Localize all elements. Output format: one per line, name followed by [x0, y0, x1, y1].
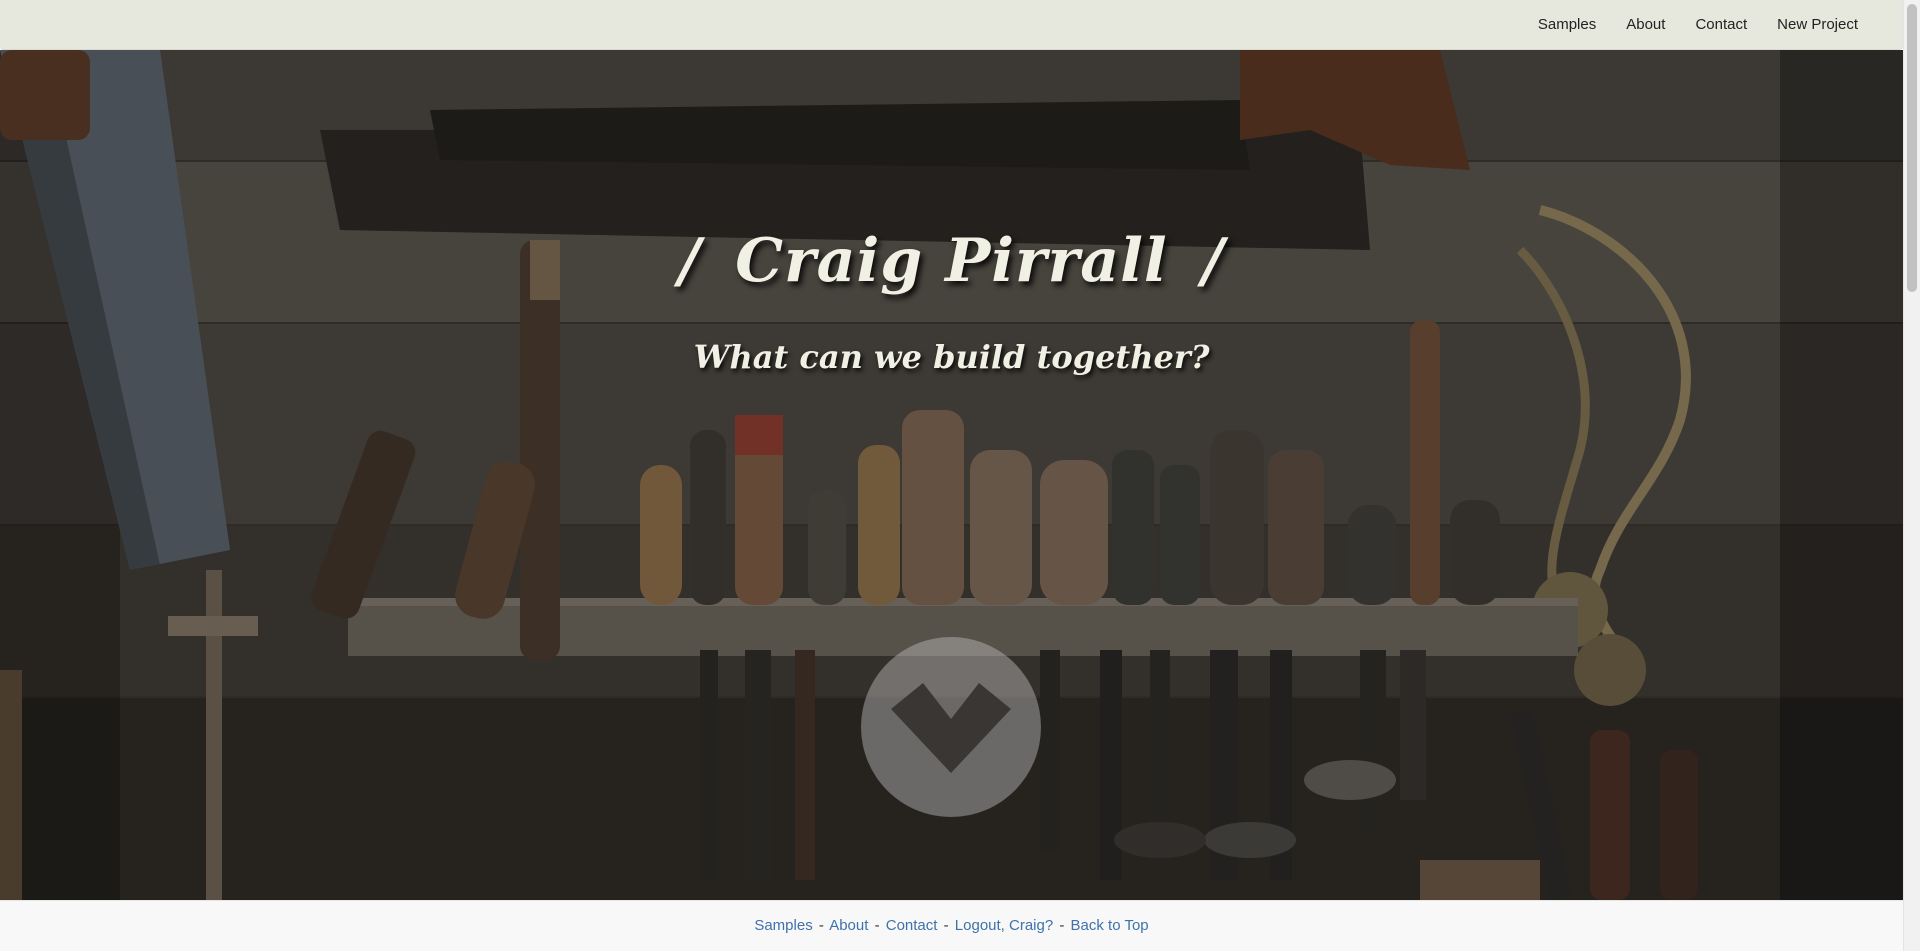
title-bar-right: /: [1201, 226, 1225, 296]
footer-logout-link[interactable]: Logout, Craig?: [955, 917, 1053, 934]
nav-samples-link[interactable]: Samples: [1523, 0, 1611, 50]
scroll-down-button[interactable]: [861, 637, 1041, 817]
vertical-scrollbar[interactable]: [1903, 0, 1920, 951]
hero-title: / Craig Pirrall /: [0, 226, 1903, 296]
top-navbar: Samples About Contact New Project: [0, 0, 1903, 50]
chevron-down-icon: [891, 683, 1011, 773]
hero-section: / Craig Pirrall / What can we build togeth…: [0, 50, 1903, 900]
title-bar-left: /: [678, 226, 702, 296]
scrollbar-thumb[interactable]: [1907, 4, 1917, 292]
footer-samples-link[interactable]: Samples: [754, 917, 812, 934]
footer-contact-link[interactable]: Contact: [886, 917, 938, 934]
hero-subtitle: What can we build together?: [693, 338, 1210, 376]
hero-name: Craig Pirrall: [735, 226, 1168, 296]
footer-back-to-top-link[interactable]: Back to Top: [1071, 917, 1149, 934]
nav-contact-link[interactable]: Contact: [1680, 0, 1762, 50]
nav-about-link[interactable]: About: [1611, 0, 1680, 50]
footer-about-link[interactable]: About: [829, 917, 868, 934]
footer: Samples - About - Contact - Logout, Crai…: [0, 900, 1903, 951]
nav-links: Samples About Contact New Project: [1523, 0, 1873, 50]
nav-new-project-link[interactable]: New Project: [1762, 0, 1873, 50]
